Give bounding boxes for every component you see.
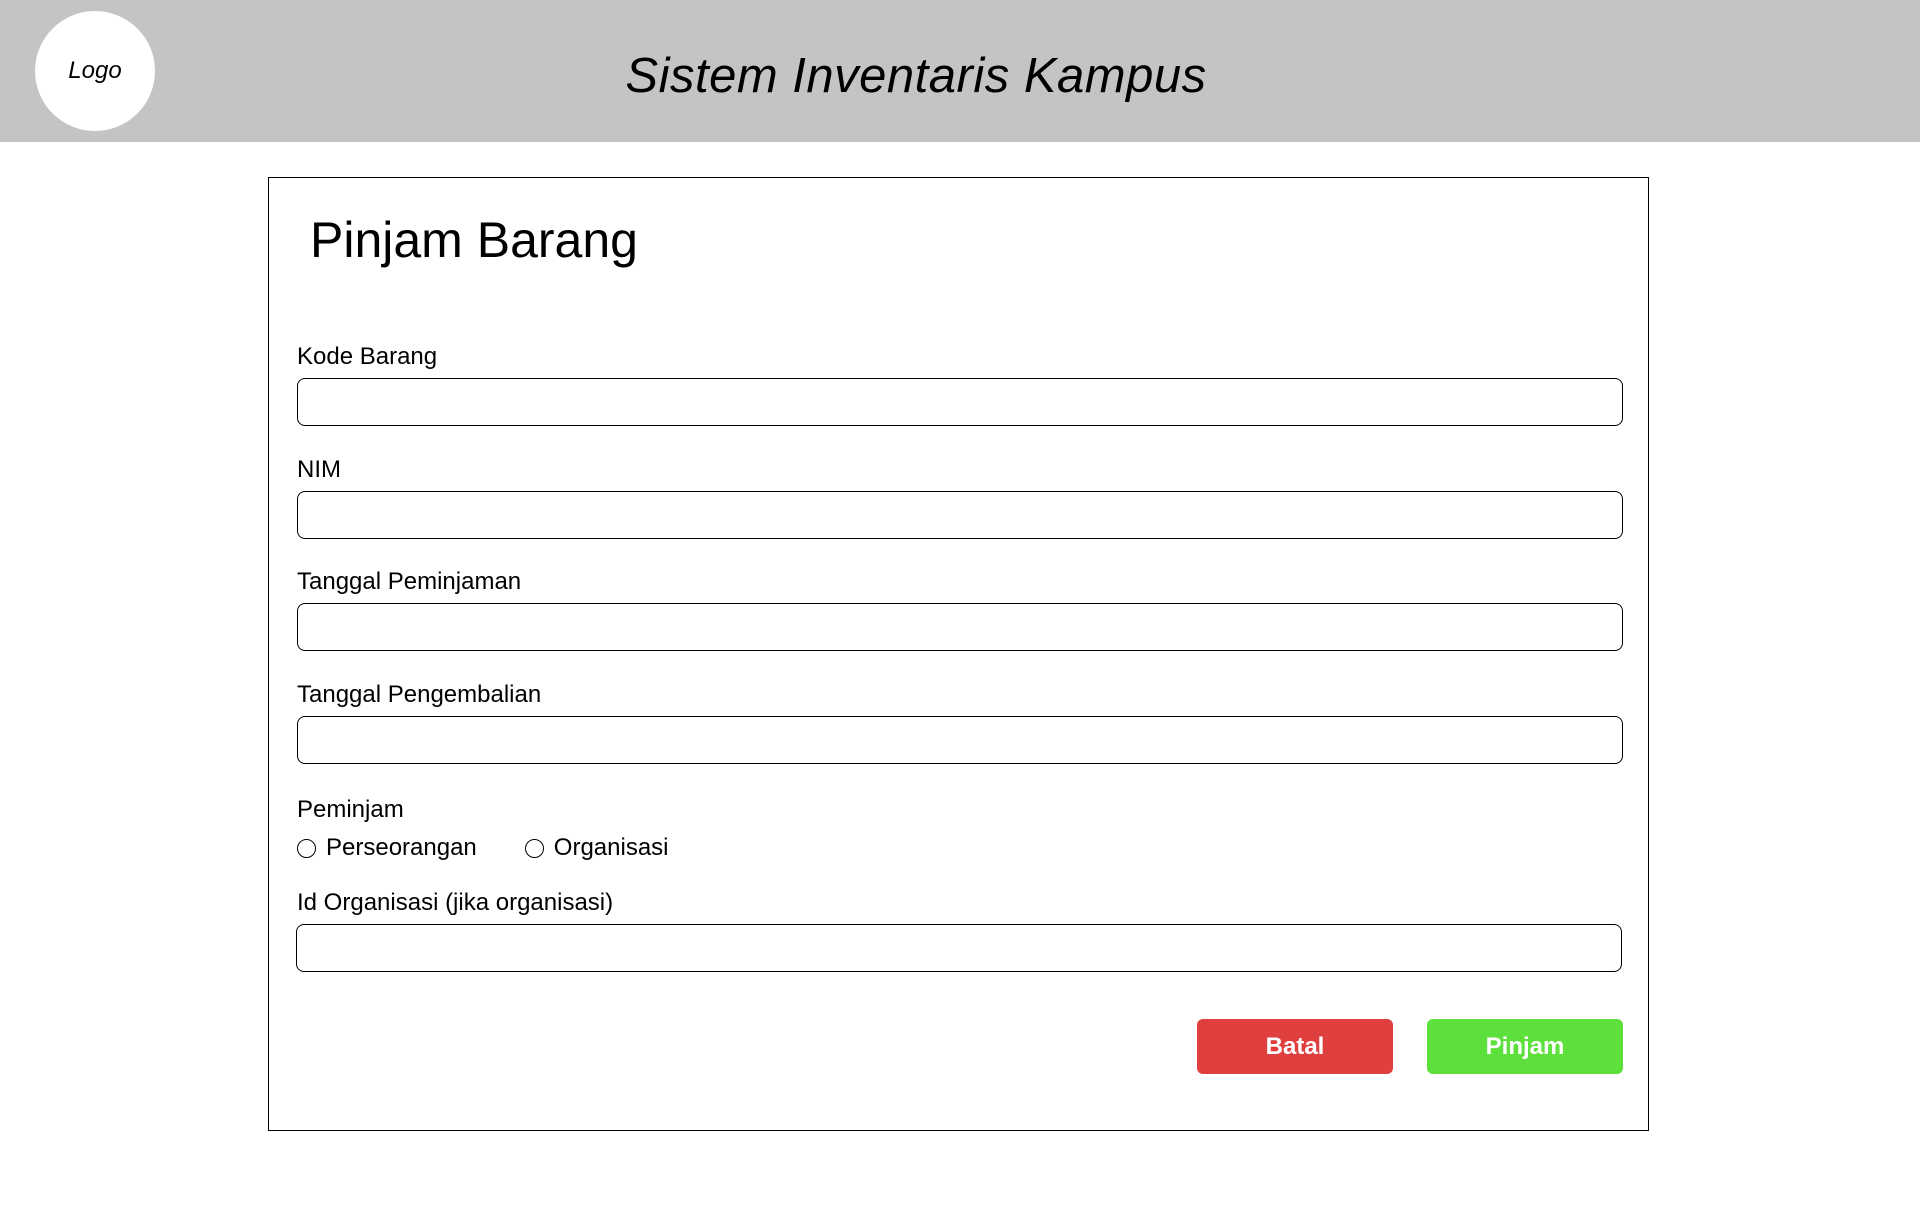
borrow-form-card: Pinjam Barang Kode Barang NIM Tanggal Pe… (268, 177, 1649, 1131)
radio-individual[interactable]: Perseorangan (297, 833, 477, 863)
nim-input[interactable] (297, 491, 1623, 539)
borrow-button[interactable]: Pinjam (1427, 1019, 1623, 1074)
return-date-input[interactable] (297, 716, 1623, 764)
borrower-radio-group: Perseorangan Organisasi (297, 832, 717, 864)
radio-individual-label[interactable]: Perseorangan (326, 833, 477, 863)
app-title: Sistem Inventaris Kampus (625, 49, 1207, 103)
radio-organization-circle[interactable] (524, 838, 544, 858)
form-title: Pinjam Barang (310, 212, 638, 268)
app-header: Logo Sistem Inventaris Kampus (0, 0, 1920, 142)
radio-individual-circle[interactable] (297, 838, 316, 858)
org-id-label: Id Organisasi (jika organisasi) (297, 889, 614, 916)
radio-organization-label[interactable]: Organisasi (554, 833, 669, 863)
org-id-input[interactable] (296, 924, 1622, 972)
borrow-date-label: Tanggal Peminjaman (297, 568, 522, 595)
borrow-date-input[interactable] (297, 603, 1623, 651)
borrower-label: Peminjam (297, 796, 404, 823)
item-code-label: Kode Barang (297, 343, 438, 370)
item-code-input[interactable] (297, 378, 1623, 426)
cancel-button[interactable]: Batal (1197, 1019, 1393, 1074)
return-date-label: Tanggal Pengembalian (297, 681, 542, 708)
radio-organization[interactable]: Organisasi (524, 833, 669, 863)
nim-label: NIM (297, 456, 341, 483)
